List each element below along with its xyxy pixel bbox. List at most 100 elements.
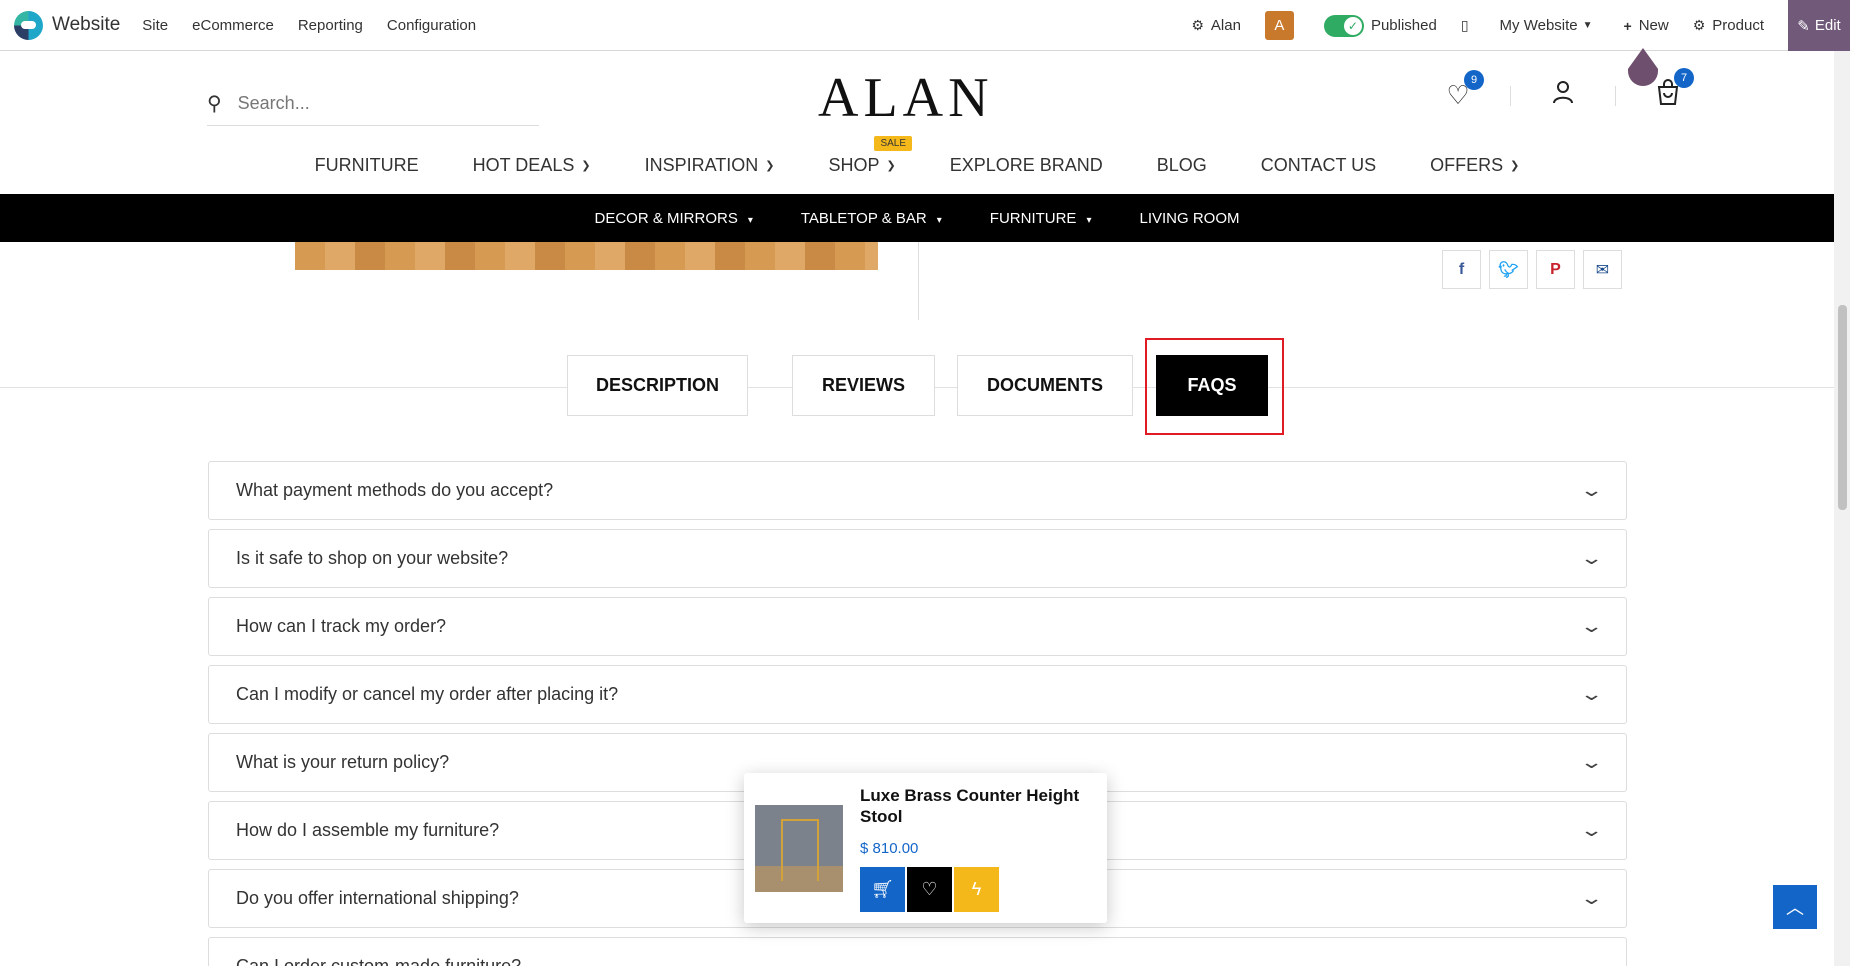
twitter-icon[interactable]: 🐦︎ [1489,250,1528,289]
nav-item-inspiration[interactable]: INSPIRATION ❯ [645,155,775,176]
faq-question: Can I modify or cancel my order after pl… [236,684,619,704]
wishlist-button[interactable]: ♡ 9 [1440,70,1484,111]
nav-label: CONTACT US [1260,155,1377,175]
admin-menu-ecommerce[interactable]: eCommerce [192,17,274,34]
product-name[interactable]: Luxe Brass Counter Height Stool [860,785,1090,827]
site-logo[interactable]: ALAN [818,66,994,130]
search-bar[interactable]: ⚲ Search... [207,82,539,126]
chevron-down-icon: ⌄ [1579,888,1604,908]
scrollbar-thumb[interactable] [1838,305,1847,510]
pinterest-icon[interactable]: P [1536,250,1575,289]
nav-item-hot-deals[interactable]: HOT DEALS ❯ [473,155,591,176]
category-furniture[interactable]: FURNITURE ▾ [990,210,1092,227]
chevron-down-icon: ❯ [765,160,775,172]
email-icon[interactable]: ✉ [1583,250,1622,289]
divider [918,242,919,320]
search-input[interactable]: Search... [238,93,310,114]
chevron-down-icon: ⌄ [1579,548,1604,568]
tab-reviews[interactable]: REVIEWS [792,355,935,416]
faq-question: What payment methods do you accept? [236,480,554,500]
share-buttons: f 🐦︎ P ✉ [1442,250,1630,289]
category-label: LIVING ROOM [1139,209,1240,227]
category-bar: DECOR & MIRRORS ▾ TABLETOP & BAR ▾ FURNITU… [0,194,1834,242]
cart-count-badge: 7 [1674,68,1694,88]
faq-item[interactable]: How can I track my order? ⌄ [208,597,1627,656]
category-label: DECOR & MIRRORS [594,209,738,227]
nav-item-offers[interactable]: OFFERS ❯ [1430,155,1519,176]
product-actions: 🛒︎ ♡ ϟ [860,867,1001,912]
search-icon[interactable]: ⚲ [207,91,222,116]
admin-right-controls: ⚙ Alan A Published ▯ My Website ▼ + New … [1191,0,1850,51]
category-decor-mirrors[interactable]: DECOR & MIRRORS ▾ [594,210,752,227]
product-thumbnail[interactable] [755,805,843,892]
category-living-room[interactable]: LIVING ROOM [1139,210,1239,227]
category-label: FURNITURE [989,209,1077,227]
new-button[interactable]: + New [1624,17,1669,34]
admin-menu-configuration[interactable]: Configuration [387,17,476,34]
website-selector[interactable]: My Website ▼ [1500,17,1600,34]
nav-item-shop[interactable]: SALE SHOP ❯ [828,136,913,176]
chevron-down-icon: ⌄ [1579,684,1604,704]
faq-item[interactable]: Can I order custom-made furniture? ⌄ [208,937,1627,966]
admin-menu-reporting[interactable]: Reporting [298,17,363,34]
nav-item-contact-us[interactable]: CONTACT US [1261,155,1376,176]
nav-item-furniture[interactable]: FURNITURE [315,155,419,176]
product-settings-button[interactable]: ⚙ Product [1693,17,1764,34]
plus-icon: + [1623,17,1632,34]
toggle-switch-icon[interactable] [1323,14,1364,37]
cart-button[interactable]: 7 [1650,68,1694,113]
tab-description[interactable]: DESCRIPTION [567,355,748,416]
cart-icon: 🛒︎ [871,879,894,899]
product-price: $ 810.00 [860,840,919,857]
nav-label: OFFERS [1430,155,1504,175]
tab-documents[interactable]: DOCUMENTS [957,355,1133,416]
chevron-down-icon: ▾ [936,214,942,226]
buy-now-button[interactable]: ϟ [954,867,999,912]
faq-item[interactable]: Is it safe to shop on your website? ⌄ [208,529,1627,588]
add-to-wishlist-button[interactable]: ♡ [907,867,952,912]
chevron-down-icon: ⌄ [1579,480,1604,500]
divider [1510,85,1511,106]
mobile-icon: ▯ [1460,17,1469,33]
nav-label: INSPIRATION [644,155,759,175]
chevron-down-icon: ❯ [581,160,591,172]
nav-item-blog[interactable]: BLOG [1157,155,1207,176]
faq-question: How do I assemble my furniture? [236,820,500,840]
facebook-icon[interactable]: f [1442,250,1481,289]
main-navigation: FURNITURE HOT DEALS ❯ INSPIRATION ❯ SALE SH… [0,136,1834,176]
chevron-down-icon: ⌄ [1579,752,1604,772]
chevron-down-icon: ❯ [886,160,896,172]
nav-label: FURNITURE [314,155,419,175]
published-label: Published [1370,17,1437,34]
category-label: TABLETOP & BAR [800,209,927,227]
gear-icon: ⚙ [1692,17,1706,33]
avatar[interactable]: A [1264,11,1294,40]
mobile-preview-button[interactable]: ▯ [1461,17,1476,34]
admin-menu-site[interactable]: Site [142,17,168,34]
edit-label: Edit [1814,17,1841,34]
published-toggle[interactable]: Published [1323,14,1437,37]
nav-item-explore-brand[interactable]: EXPLORE BRAND [950,155,1103,176]
chevron-up-icon: ︿ [1786,898,1804,918]
website-app-brand[interactable]: Website [14,10,120,40]
category-tabletop-bar[interactable]: TABLETOP & BAR ▾ [801,210,942,227]
product-popup-card[interactable]: Luxe Brass Counter Height Stool $ 810.00… [744,773,1107,923]
nav-label: EXPLORE BRAND [949,155,1103,175]
chevron-down-icon: ▾ [747,214,753,226]
edit-button[interactable]: ✎ Edit [1788,0,1850,51]
odoo-website-logo-icon [14,10,43,40]
website-selector-label: My Website [1499,17,1578,34]
chevron-down-icon: ▾ [1086,214,1092,226]
user-menu[interactable]: ⚙ Alan [1191,17,1241,34]
faq-item[interactable]: Can I modify or cancel my order after pl… [208,665,1627,724]
drop-marker-icon [1628,48,1658,86]
divider [1615,85,1616,106]
lightning-icon: ϟ [971,879,982,899]
user-name: Alan [1210,17,1241,34]
account-button[interactable] [1545,79,1581,112]
add-to-cart-button[interactable]: 🛒︎ [860,867,905,912]
admin-menu: Site eCommerce Reporting Configuration [142,17,500,34]
back-to-top-button[interactable]: ︿ [1773,885,1817,929]
faq-item[interactable]: What payment methods do you accept? ⌄ [208,461,1627,520]
wishlist-count-badge: 9 [1464,70,1484,90]
